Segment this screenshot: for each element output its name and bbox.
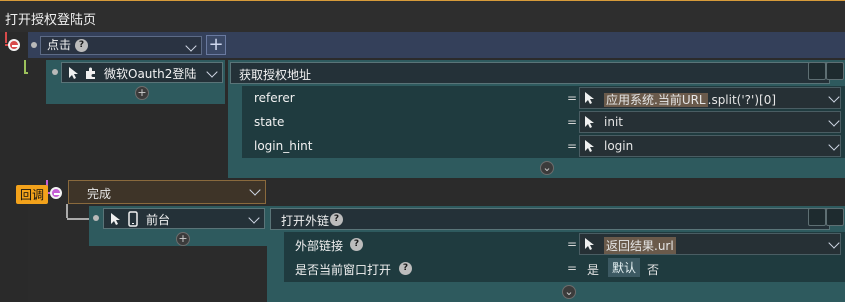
add-trigger-button[interactable]: + [206, 35, 226, 55]
field-label-current-window: 是否当前窗口打开 [295, 263, 392, 277]
connector-line-gray [66, 204, 68, 218]
node1-name: 微软Oauth2登陆 [104, 67, 197, 81]
equals-sign: = [567, 139, 578, 153]
field-label-referer: referer [254, 91, 295, 105]
node2-name: 前台 [146, 213, 171, 227]
mobile-icon [128, 211, 138, 227]
field-label-external-link: 外部链接 [295, 239, 344, 253]
help-icon[interactable]: ? [350, 238, 363, 251]
trigger-label: 点击 [47, 38, 72, 52]
node1-action-title: 获取授权地址 [239, 68, 312, 82]
pointer-icon [585, 238, 594, 250]
node2-dot [93, 215, 99, 221]
puzzle-icon [86, 67, 95, 79]
referer-value-highlight: 应用系统.当前URL [604, 93, 708, 107]
option-default[interactable]: 默认 [608, 258, 641, 277]
state-value-box[interactable]: init [579, 111, 841, 133]
help-icon[interactable]: ? [330, 213, 343, 226]
node2-select[interactable]: 前台 [103, 208, 265, 229]
connector-line-gray-2 [67, 218, 89, 220]
referer-value-suffix: .split('?')[0] [707, 93, 777, 107]
settings-icon[interactable] [826, 208, 844, 226]
trigger-connector-red-icon[interactable] [8, 39, 20, 51]
pointer-icon [585, 140, 594, 152]
callback-badge: 回调 [16, 185, 49, 204]
field-label-login-hint: login_hint [254, 139, 313, 153]
chevron-down-icon [828, 139, 840, 151]
node1-action-select[interactable]: 获取授权地址 [230, 62, 830, 84]
help-icon[interactable]: ? [399, 262, 412, 275]
pointer-icon [585, 92, 594, 104]
node1-select[interactable]: 微软Oauth2登陆 [61, 62, 223, 83]
connector-line-red [5, 32, 7, 43]
equals-sign: = [567, 237, 578, 251]
chevron-down-icon [828, 91, 840, 103]
settings-icon[interactable] [826, 62, 844, 80]
field-label-state: state [254, 115, 285, 129]
title-bar: 打开授权登陆页 [0, 0, 845, 32]
collapse-icon[interactable]: ⌄ [562, 285, 576, 299]
state-value: init [604, 115, 623, 129]
pointer-icon [111, 213, 120, 225]
chevron-down-icon [249, 184, 261, 196]
callback-select[interactable]: 完成 [68, 180, 266, 204]
collapse-icon[interactable]: ⌄ [540, 161, 554, 175]
external-link-value-box[interactable]: 返回结果.url [579, 233, 841, 255]
add-step-button[interactable]: + [176, 232, 190, 246]
referer-value-box[interactable]: 应用系统.当前URL .split('?')[0] [579, 87, 841, 109]
page-title: 打开授权登陆页 [5, 13, 97, 28]
chevron-down-icon [828, 237, 840, 249]
callback-label: 完成 [87, 187, 112, 201]
node1-dot [52, 69, 58, 75]
login-hint-value-box[interactable]: login [579, 135, 841, 157]
refresh-icon[interactable] [808, 62, 826, 80]
option-yes[interactable]: 是 [587, 261, 599, 278]
option-no[interactable]: 否 [647, 261, 659, 278]
refresh-icon[interactable] [808, 208, 826, 226]
node2-action-select[interactable]: 打开外链 ? [270, 208, 830, 230]
add-step-button[interactable]: + [135, 86, 149, 100]
chevron-down-icon [206, 66, 218, 78]
pointer-icon [585, 116, 594, 128]
equals-sign: = [567, 261, 578, 275]
pointer-icon [69, 67, 78, 79]
trigger-select[interactable]: 点击? [40, 36, 202, 55]
chevron-down-icon [828, 115, 840, 127]
chevron-down-icon [185, 40, 197, 52]
equals-sign: = [567, 115, 578, 129]
external-link-value: 返回结果.url [604, 237, 676, 254]
callback-connector-pink-icon[interactable] [50, 187, 62, 199]
node2-action-title: 打开外链 [281, 214, 330, 228]
trigger-dot [31, 42, 37, 48]
chevron-down-icon [248, 212, 260, 224]
equals-sign: = [567, 91, 578, 105]
help-icon[interactable]: ? [75, 39, 89, 52]
login-hint-value: login [604, 139, 634, 153]
